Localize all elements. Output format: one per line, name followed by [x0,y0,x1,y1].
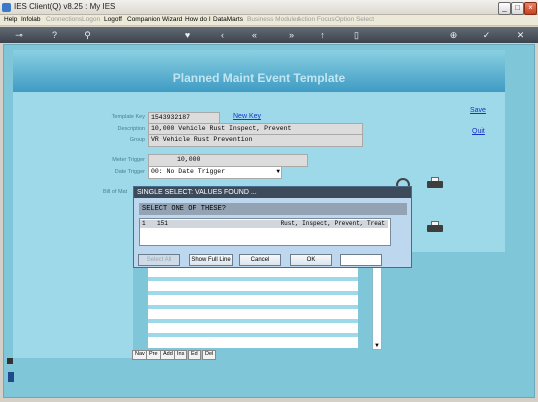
cancel-icon[interactable]: ✕ [516,31,525,40]
date-trigger-select[interactable]: 00: No Date Trigger ▼ [148,166,282,179]
minimize-button[interactable]: _ [498,2,511,15]
quit-link[interactable]: Quit [472,128,485,135]
forward-icon[interactable]: » [287,31,296,40]
close-button[interactable]: × [524,2,537,15]
rewind-icon[interactable]: « [250,31,259,40]
menu-action-focus: Action Focus [297,16,335,23]
ok-button[interactable]: OK [290,254,332,266]
window-title: IES Client(Q) v8.25 : My IES [14,2,116,11]
dialog-title: SINGLE SELECT: VALUES FOUND ... [134,187,411,198]
key-icon[interactable]: ⊸ [10,31,28,40]
save-link[interactable]: Save [470,107,486,114]
search-icon[interactable]: ⚲ [83,31,92,40]
menu-business-modules: Business Modules [247,16,300,23]
new-key-link[interactable]: New Key [233,113,261,120]
menu-logon: Logon [82,16,101,23]
template-key-label: Template Key [111,114,145,120]
group-field[interactable]: VR Vehicle Rust Prevention [148,134,363,147]
app-icon [2,3,11,12]
page-title: Planned Maint Event Template [172,71,346,85]
menu-companion[interactable]: Companion [127,16,160,23]
page-header: Planned Maint Event Template [13,50,505,92]
print-icon[interactable] [427,177,443,189]
grid-ins-button[interactable]: Ins [174,350,188,360]
maximize-button[interactable]: □ [511,2,524,15]
grid-divider [148,291,358,295]
grid-divider [148,305,358,309]
list-item-index: 1 [142,220,146,227]
cancel-button[interactable]: Cancel [239,254,281,266]
add-icon[interactable]: ⊕ [449,31,458,40]
toolbar: ⊸ ? ⚲ ♥ ‹ « » ↑ ▯ ⊕ ✓ ✕ [0,27,538,43]
menu-bar: Help Infolab Connections Logon Logoff Co… [0,15,538,26]
group-label: Group [129,137,145,143]
grid-del-button[interactable]: Del [202,350,217,360]
menu-how-do-i[interactable]: How do I [185,16,211,23]
heart-icon[interactable]: ♥ [183,31,192,40]
show-full-line-button[interactable]: Show Full Line [189,254,233,266]
menu-datamarts[interactable]: DataMarts [213,16,243,23]
list-item-code: 151 [157,220,168,227]
title-bar: IES Client(Q) v8.25 : My IES _ □ × [0,0,538,15]
grid-ed-button[interactable]: Ed [188,350,201,360]
date-trigger-value: 00: No Date Trigger [151,168,226,175]
dialog-list[interactable]: 1 151 Rust, Inspect, Prevent, Treat [139,218,391,246]
scroll-down-icon[interactable]: ▼ [374,343,380,349]
grid-divider [148,319,358,323]
date-trigger-label: Date Trigger [114,169,145,175]
list-item[interactable]: 1 151 Rust, Inspect, Prevent, Treat [140,220,388,228]
grid-divider [148,277,358,281]
menu-help[interactable]: Help [4,16,17,23]
grid-divider [148,333,358,337]
left-panel [13,252,133,358]
menu-option-select: Option Select [335,16,375,23]
menu-infolab[interactable]: Infolab [21,16,41,23]
status-icon [7,358,13,364]
page-icon[interactable]: ▯ [352,31,361,40]
help-icon[interactable]: ? [50,31,59,40]
select-all-button: Select All [138,254,180,266]
menu-connections: Connections [46,16,83,23]
menu-wizard[interactable]: Wizard [162,16,182,23]
menu-logoff[interactable]: Logoff [104,16,122,23]
back-icon[interactable]: ‹ [218,31,227,40]
meter-trigger-label: Meter Trigger [112,157,145,163]
bill-of-materials-label: Bill of Mat [103,189,128,195]
grid-pre-button[interactable]: Pre [146,350,161,360]
pointer-icon[interactable]: ↑ [318,31,327,40]
description-label: Description [117,126,145,132]
check-icon[interactable]: ✓ [482,31,491,40]
print-icon-2[interactable] [427,221,443,233]
dialog-heading: SELECT ONE OF THESE? [139,203,407,215]
list-item-text: Rust, Inspect, Prevent, Treat [280,220,385,227]
single-select-dialog: SINGLE SELECT: VALUES FOUND ... SELECT O… [133,186,412,268]
filter-input[interactable] [340,254,382,266]
side-tab-icon[interactable] [8,372,14,382]
chevron-down-icon[interactable]: ▼ [276,167,280,176]
